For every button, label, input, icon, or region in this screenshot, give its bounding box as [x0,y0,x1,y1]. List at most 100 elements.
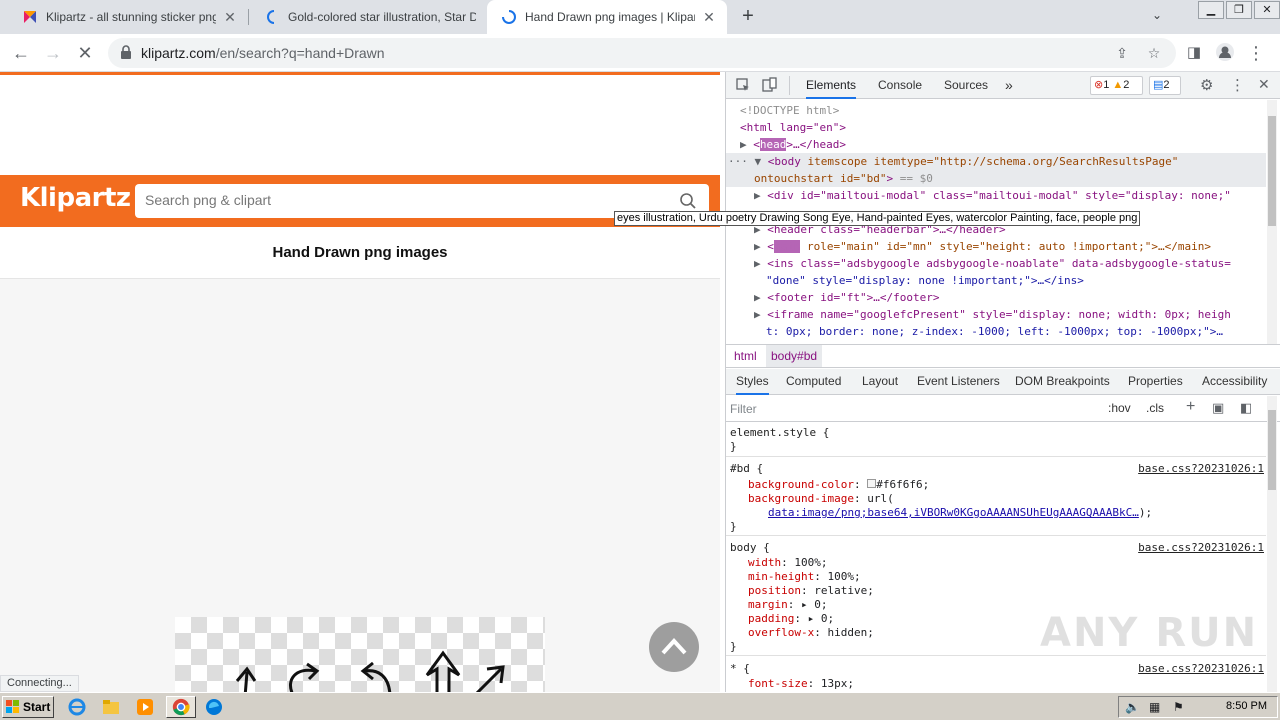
decl-bg-color[interactable]: background-color: #f6f6f6; [748,478,929,492]
tab-accessibility[interactable]: Accessibility [1202,369,1267,395]
expand-triangle-icon[interactable]: ▸ [801,598,808,611]
rule-body-source[interactable]: base.css?20231026:1 [1138,541,1264,555]
share-icon[interactable]: ⇪ [1114,45,1130,61]
lock-icon[interactable] [120,45,132,59]
stop-loading-icon[interactable]: ✕ [74,42,96,64]
scroll-thumb[interactable] [1268,116,1276,226]
page-title: Hand Drawn png images [272,244,448,261]
dom-div-mailtoui[interactable]: ▶ <div id="mailtoui-modal" class="mailto… [754,187,1231,204]
site-logo[interactable]: Klipartz [20,183,131,213]
dom-html[interactable]: <html lang="en"> [740,119,846,136]
restore-icon[interactable]: ❐ [1226,1,1252,19]
data-uri-link[interactable]: data:image/png;base64,iVBORw0KGgoAAAANSU… [768,506,1139,519]
flag-icon[interactable]: ⚑ [1173,700,1184,714]
decl-min-height[interactable]: min-height: 100%; [748,570,861,584]
scroll-to-top-button[interactable] [649,622,699,672]
dom-body-eq: == $0 [899,172,933,185]
devtools-kebab-icon[interactable]: ⋮ [1230,76,1245,94]
rule-body-selector[interactable]: body { [730,541,770,555]
filter-input[interactable] [730,399,1096,418]
kebab-menu-icon[interactable]: ⋮ [1245,42,1267,64]
bookmark-star-icon[interactable]: ☆ [1146,45,1162,61]
media-player-icon[interactable] [134,696,160,718]
tab-search-chevron-icon[interactable]: ⌄ [1152,8,1162,22]
more-tabs-icon[interactable]: » [1005,72,1013,99]
close-tab-icon[interactable]: ✕ [701,9,717,26]
network-icon[interactable]: ▦ [1149,700,1160,714]
tab-star-illustration[interactable]: Gold-colored star illustration, Star Dra [250,0,486,34]
dom-iframe[interactable]: ▶ <iframe name="googlefcPresent" style="… [754,306,1231,323]
dom-ins[interactable]: ▶ <ins class="adsbygoogle adsbygoogle-no… [754,255,1231,272]
dom-scrollbar[interactable] [1267,100,1277,344]
tab-klipartz-home[interactable]: Klipartz - all stunning sticker png imag… [8,0,248,34]
volume-icon[interactable]: 🔈 [1125,700,1140,714]
styles-scrollbar[interactable] [1267,396,1277,692]
computed-styles-icon[interactable]: ▣ [1212,400,1224,416]
tab-properties[interactable]: Properties [1128,369,1183,395]
explorer-icon[interactable] [100,696,126,718]
tab-layout[interactable]: Layout [862,369,898,395]
dom-body[interactable]: ··· ▼ <body itemscope itemtype="http://s… [728,153,1178,170]
ie-icon[interactable] [66,696,92,718]
clock[interactable]: 8:50 PM [1226,700,1267,712]
breadcrumb-html[interactable]: html [734,345,757,367]
scroll-thumb[interactable] [1268,410,1276,490]
messages-badge[interactable]: ▤2 [1149,76,1181,95]
prop-value: hidden; [827,626,874,639]
tab-event-listeners[interactable]: Event Listeners [917,369,1000,395]
settings-gear-icon[interactable]: ⚙ [1200,76,1213,94]
address-bar[interactable]: klipartz.com/en/search?q=hand+Drawn ⇪ ☆ [108,38,1176,68]
dom-body-cont[interactable]: ontouchstart id="bd"> == $0 [754,170,933,187]
prop-name: width [748,556,782,569]
rule-star-source[interactable]: base.css?20231026:1 [1138,662,1264,676]
image-card[interactable] [175,617,545,692]
dom-footer[interactable]: ▶ <footer id="ft">…</footer> [754,289,939,306]
forward-arrow-icon[interactable]: → [42,42,64,64]
inspect-element-icon[interactable] [736,78,750,92]
search-input[interactable] [145,192,665,208]
tab-elements[interactable]: Elements [806,72,857,99]
tab-sources[interactable]: Sources [944,72,988,99]
back-arrow-icon[interactable]: ← [10,42,32,64]
device-toolbar-icon[interactable] [762,77,778,93]
dom-head[interactable]: ▶ <head>…</head> [740,136,846,153]
tab-dom-breakpoints[interactable]: DOM Breakpoints [1015,369,1110,395]
tab-console[interactable]: Console [878,72,922,99]
issues-badge[interactable]: ⊗1 ▲2 [1090,76,1143,95]
profile-avatar-icon[interactable] [1214,42,1236,64]
rule-element-style[interactable]: element.style { [730,426,829,440]
chrome-icon[interactable] [166,696,196,718]
expand-triangle-icon[interactable]: ▸ [808,612,815,625]
start-button[interactable]: Start [2,696,54,718]
close-window-icon[interactable]: ✕ [1254,1,1280,19]
tab-styles[interactable]: Styles [736,369,769,395]
toggle-sidebar-icon[interactable]: ◧ [1240,400,1252,416]
rule-bd-source[interactable]: base.css?20231026:1 [1138,462,1264,476]
new-tab-button[interactable]: + [736,5,760,29]
class-toggle[interactable]: .cls [1146,401,1164,415]
tab-computed[interactable]: Computed [786,369,841,395]
close-tab-icon[interactable]: ✕ [222,9,238,26]
decl-bg-image-data[interactable]: data:image/png;base64,iVBORw0KGgoAAAANSU… [768,506,1152,520]
rule-bd-selector[interactable]: #bd { [730,462,763,476]
hover-state-toggle[interactable]: :hov [1108,401,1131,415]
color-swatch-icon[interactable] [867,479,877,488]
decl-margin[interactable]: margin: ▸ 0; [748,598,828,612]
close-devtools-icon[interactable]: ✕ [1258,76,1270,93]
breadcrumb-body[interactable]: body#bd [766,345,823,367]
decl-bg-image[interactable]: background-image: url( [748,492,894,506]
side-panel-icon[interactable]: ◨ [1183,42,1205,64]
search-icon[interactable] [679,192,697,210]
rule-star-selector[interactable]: * { [730,662,750,676]
decl-position[interactable]: position: relative; [748,584,874,598]
new-rule-icon[interactable]: + [1186,398,1195,416]
decl-font-size[interactable]: font-size: 13px; [748,677,854,691]
decl-overflow-x[interactable]: overflow-x: hidden; [748,626,874,640]
dom-main[interactable]: ▶ <main role="main" id="mn" style="heigh… [754,238,1211,255]
edge-icon[interactable] [203,696,229,718]
decl-width[interactable]: width: 100%; [748,556,828,570]
decl-padding[interactable]: padding: ▸ 0; [748,612,834,626]
minimize-icon[interactable]: ▁ [1198,1,1224,19]
expand-triangle-icon[interactable]: ▶ [740,138,753,151]
tab-hand-drawn[interactable]: Hand Drawn png images | Klipartz ✕ [487,0,727,34]
